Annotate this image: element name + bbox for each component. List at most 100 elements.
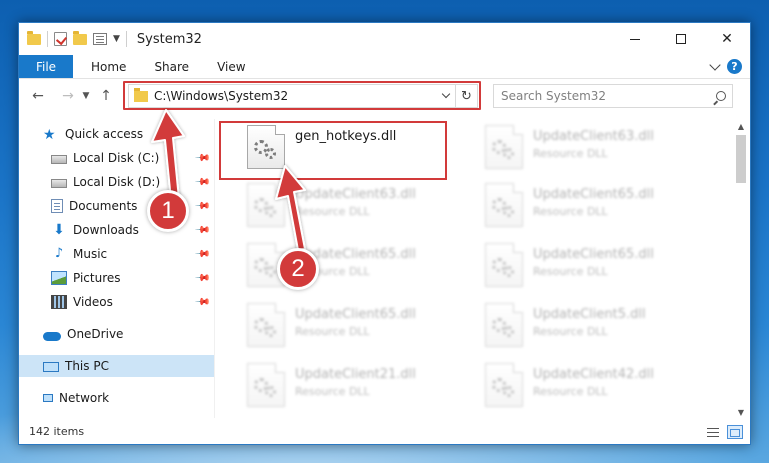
file-name: UpdateClient5.dll — [533, 307, 646, 322]
search-input[interactable] — [494, 85, 710, 107]
sidebar-item-quick-access[interactable]: ★ Quick access — [19, 123, 214, 145]
folder-icon — [27, 30, 41, 45]
network-icon — [43, 394, 53, 402]
file-type: Resource DLL — [295, 385, 370, 398]
tab-share[interactable]: Share — [140, 55, 203, 78]
tab-home[interactable]: Home — [77, 55, 140, 78]
videos-icon — [51, 295, 67, 309]
file-item[interactable]: UpdateClient65.dll Resource DLL — [241, 239, 471, 293]
back-button[interactable]: ← — [27, 85, 49, 107]
sidebar-item-label: Local Disk (D:) — [73, 175, 161, 189]
file-item[interactable]: UpdateClient21.dll Resource DLL — [241, 359, 471, 413]
file-item[interactable]: UpdateClient65.dll Resource DLL — [479, 179, 709, 233]
pin-icon[interactable]: 📌 — [193, 174, 210, 191]
forward-button[interactable]: → — [57, 85, 79, 107]
pin-icon[interactable]: 📌 — [193, 294, 210, 311]
sidebar-item-local-disk-d[interactable]: Local Disk (D:) 📌 — [19, 171, 214, 193]
dll-file-icon — [247, 303, 285, 347]
new-folder-icon[interactable] — [73, 30, 87, 45]
file-type: Resource DLL — [533, 205, 608, 218]
downloads-icon: ⬇ — [53, 222, 65, 238]
up-button[interactable]: ↑ — [95, 85, 117, 107]
file-item[interactable]: UpdateClient63.dll Resource DLL — [479, 121, 709, 175]
dll-file-icon — [247, 183, 285, 227]
close-icon: ✕ — [721, 31, 733, 47]
navigation-bar: ← → ▼ ↑ C:\Windows\System32 ↻ — [19, 81, 750, 111]
documents-icon — [51, 199, 63, 213]
star-icon: ★ — [43, 127, 56, 143]
pictures-icon — [51, 271, 67, 285]
pin-icon[interactable]: 📌 — [193, 198, 210, 215]
help-icon[interactable]: ? — [727, 59, 742, 74]
scroll-up-button[interactable]: ▲ — [734, 119, 748, 133]
step-2-badge: 2 — [277, 248, 319, 290]
vertical-scrollbar[interactable]: ▲ ▼ — [734, 119, 748, 419]
file-type: Resource DLL — [295, 205, 370, 218]
recent-locations-button[interactable]: ▼ — [79, 91, 93, 101]
dll-file-icon — [485, 243, 523, 287]
divider — [125, 31, 127, 47]
tab-file[interactable]: File — [19, 55, 73, 78]
pane-splitter[interactable] — [214, 119, 215, 419]
pin-icon[interactable]: 📌 — [193, 270, 210, 287]
sidebar-item-this-pc[interactable]: This PC — [19, 355, 214, 377]
customize-icon[interactable] — [93, 33, 107, 45]
file-name: UpdateClient21.dll — [295, 367, 416, 382]
address-bar[interactable]: C:\Windows\System32 ↻ — [128, 84, 478, 108]
large-icons-view-button[interactable] — [726, 424, 744, 440]
dll-file-icon — [485, 303, 523, 347]
divider — [47, 31, 48, 47]
address-path[interactable]: C:\Windows\System32 — [154, 89, 437, 103]
refresh-button[interactable]: ↻ — [455, 85, 477, 107]
expand-ribbon-icon[interactable] — [709, 58, 721, 71]
file-item[interactable]: UpdateClient42.dll Resource DLL — [479, 359, 709, 413]
file-type: Resource DLL — [533, 325, 608, 338]
sidebar-item-network[interactable]: Network — [19, 387, 214, 409]
sidebar-item-music[interactable]: ♪ Music 📌 — [19, 243, 214, 265]
disk-icon — [51, 155, 67, 164]
maximize-button[interactable] — [658, 23, 704, 55]
properties-check-icon[interactable] — [54, 32, 67, 46]
pin-icon[interactable]: 📌 — [193, 246, 210, 263]
file-item[interactable]: UpdateClient63.dll Resource DLL — [241, 179, 471, 233]
dll-file-icon — [485, 183, 523, 227]
close-button[interactable]: ✕ — [704, 23, 750, 55]
scroll-down-button[interactable]: ▼ — [734, 405, 748, 419]
file-name: UpdateClient63.dll — [533, 129, 654, 144]
refresh-icon: ↻ — [461, 88, 472, 104]
up-arrow-icon: ↑ — [100, 88, 112, 104]
pin-icon[interactable]: 📌 — [193, 222, 210, 239]
details-view-icon — [707, 427, 719, 437]
sidebar-item-label: Local Disk (C:) — [73, 151, 160, 165]
file-item[interactable]: UpdateClient5.dll Resource DLL — [479, 299, 709, 353]
ribbon-controls: ? — [709, 55, 750, 78]
sidebar-item-videos[interactable]: Videos 📌 — [19, 291, 214, 313]
chevron-down-icon — [441, 89, 451, 99]
details-view-button[interactable] — [704, 424, 722, 440]
sidebar-item-label: Downloads — [73, 223, 139, 237]
file-item[interactable]: UpdateClient65.dll Resource DLL — [241, 299, 471, 353]
sidebar-item-label: OneDrive — [67, 327, 124, 341]
file-explorer-window: ▼ System32 ✕ File Home Share View ? ← → … — [18, 22, 751, 445]
sidebar-item-onedrive[interactable]: OneDrive — [19, 323, 214, 345]
file-item-gen-hotkeys[interactable]: gen_hotkeys.dll — [241, 121, 471, 175]
dll-file-icon — [247, 125, 285, 169]
file-name: gen_hotkeys.dll — [295, 129, 397, 144]
sidebar-item-local-disk-c[interactable]: Local Disk (C:) 📌 — [19, 147, 214, 169]
pin-icon[interactable]: 📌 — [193, 150, 210, 167]
maximize-icon — [676, 34, 686, 44]
sidebar-item-label: Music — [73, 247, 108, 261]
tab-view[interactable]: View — [203, 55, 259, 78]
ribbon-tabs: File Home Share View ? — [19, 55, 750, 79]
minimize-button[interactable] — [612, 23, 658, 55]
scrollbar-thumb[interactable] — [736, 135, 746, 183]
file-item[interactable]: UpdateClient65.dll Resource DLL — [479, 239, 709, 293]
item-count: 142 items — [29, 424, 85, 438]
file-type: Resource DLL — [533, 147, 608, 160]
onedrive-icon — [43, 331, 61, 341]
search-box[interactable] — [493, 84, 733, 108]
customize-dropdown-icon[interactable]: ▼ — [113, 34, 120, 44]
search-icon[interactable] — [710, 91, 732, 101]
sidebar-item-pictures[interactable]: Pictures 📌 — [19, 267, 214, 289]
address-dropdown[interactable] — [437, 89, 455, 99]
